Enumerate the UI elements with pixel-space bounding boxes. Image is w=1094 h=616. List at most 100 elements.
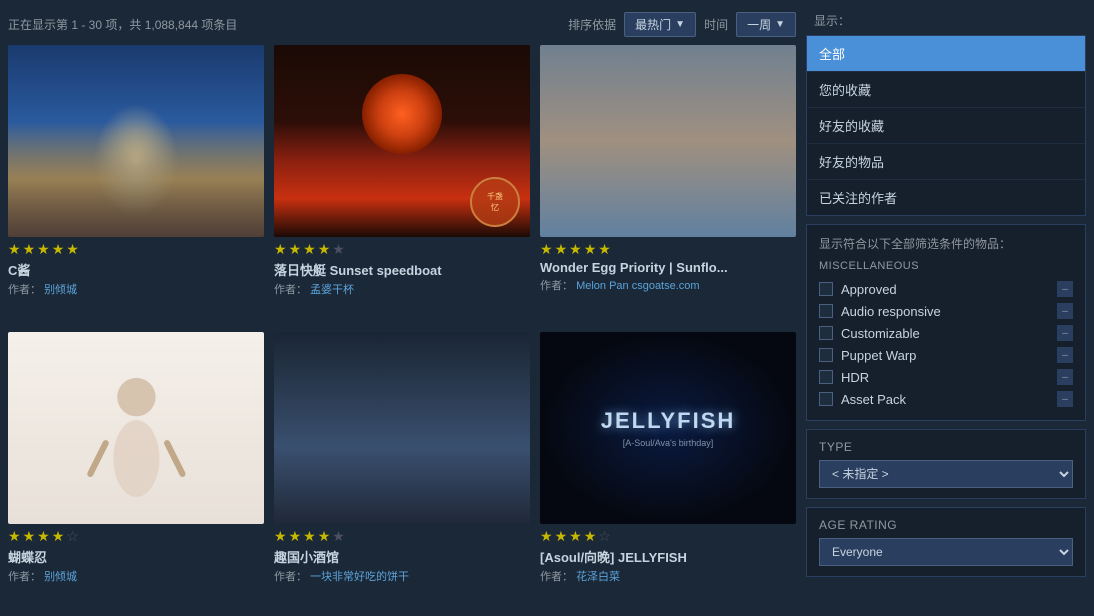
star-icon: ★ [555, 241, 568, 258]
star-icon: ★ [584, 241, 597, 258]
star-icon: ★ [584, 528, 597, 545]
filter-item: HDR – [819, 366, 1073, 388]
star-half-icon: ☆ [598, 528, 611, 545]
item-thumbnail: 千盏忆 [274, 45, 530, 237]
filter-asset-pack-remove-button[interactable]: – [1057, 391, 1073, 407]
filter-audio-responsive-checkbox[interactable] [819, 304, 833, 318]
star-empty-icon: ★ [332, 528, 345, 545]
filter-group-label: MISCELLANEOUS [819, 260, 1073, 272]
item-author: 作者： Melon Pan csgoatse.com [540, 277, 796, 293]
item-title: 落日快艇 Sunset speedboat [274, 260, 530, 279]
items-grid: ★ ★ ★ ★ ★ C酱 作者： 别倾城 千盏忆 [8, 45, 796, 608]
item-title: 蝴蝶忍 [8, 547, 264, 566]
sidebar-item-followed-authors[interactable]: 已关注的作者 [807, 180, 1085, 215]
star-icon: ★ [540, 241, 553, 258]
item-thumbnail [8, 45, 264, 237]
filter-hdr-checkbox[interactable] [819, 370, 833, 384]
filter-item: Approved – [819, 278, 1073, 300]
star-icon: ★ [540, 528, 553, 545]
star-empty-icon: ★ [332, 241, 345, 258]
age-rating-select[interactable]: Everyone Teen Mature [819, 538, 1073, 566]
item-thumbnail [540, 45, 796, 237]
star-icon: ★ [303, 528, 316, 545]
filter-asset-pack-checkbox[interactable] [819, 392, 833, 406]
filter-item: Customizable – [819, 322, 1073, 344]
sort-controls: 排序依据 最热门 ▼ 时间 一周 ▼ [568, 12, 796, 37]
sidebar-item-friend-collection[interactable]: 好友的收藏 [807, 108, 1085, 144]
star-icon: ★ [274, 241, 287, 258]
filter-asset-pack-label: Asset Pack [841, 392, 906, 407]
badge: 千盏忆 [470, 177, 520, 227]
result-info: 正在显示第 1 - 30 项，共 1,088,844 项条目 [8, 16, 237, 33]
item-title: [Asoul/向晚] JELLYFISH [540, 547, 796, 566]
sidebar-item-friend-items[interactable]: 好友的物品 [807, 144, 1085, 180]
item-thumbnail [8, 332, 264, 524]
item-artwork [34, 351, 239, 505]
star-icon: ★ [318, 528, 331, 545]
item-author: 作者： 孟婆干杯 [274, 281, 530, 297]
star-icon: ★ [569, 241, 582, 258]
top-bar: 正在显示第 1 - 30 项，共 1,088,844 项条目 排序依据 最热门 … [8, 8, 796, 45]
type-select[interactable]: < 未指定 > [819, 460, 1073, 488]
chevron-down-icon-2: ▼ [775, 19, 785, 30]
filter-approved-remove-button[interactable]: – [1057, 281, 1073, 297]
chevron-down-icon: ▼ [675, 19, 685, 30]
star-icon: ★ [303, 241, 316, 258]
star-icon: ★ [289, 241, 302, 258]
sidebar: 显示： 全部 您的收藏 好友的收藏 好友的物品 已关注的作者 显示符合以下全部筛… [806, 8, 1086, 608]
star-icon: ★ [555, 528, 568, 545]
sort-hot-button[interactable]: 最热门 ▼ [624, 12, 696, 37]
filter-customizable-label: Customizable [841, 326, 920, 341]
filter-item: Asset Pack – [819, 388, 1073, 410]
item-thumbnail: JELLYFISH [A-Soul/Ava's birthday] [540, 332, 796, 524]
list-item[interactable]: ★ ★ ★ ★ ★ 趣国小酒馆 作者： 一块非常好吃的饼干 [274, 332, 530, 609]
list-item[interactable]: 千盏忆 ★ ★ ★ ★ ★ 落日快艇 Sunset speedboat 作者： … [274, 45, 530, 322]
sort-label: 排序依据 [568, 16, 616, 33]
item-stars: ★ ★ ★ ★ ☆ [8, 524, 264, 547]
sort-week-button[interactable]: 一周 ▼ [736, 12, 796, 37]
star-icon: ★ [569, 528, 582, 545]
filter-approved-label: Approved [841, 282, 897, 297]
item-stars: ★ ★ ★ ★ ★ [274, 237, 530, 260]
item-thumbnail [274, 332, 530, 524]
list-item[interactable]: JELLYFISH [A-Soul/Ava's birthday] ★ ★ ★ … [540, 332, 796, 609]
item-author: 作者： 一块非常好吃的饼干 [274, 568, 530, 584]
filter-customizable-checkbox[interactable] [819, 326, 833, 340]
display-options: 全部 您的收藏 好友的收藏 好友的物品 已关注的作者 [806, 35, 1086, 216]
filter-customizable-remove-button[interactable]: – [1057, 325, 1073, 341]
filter-audio-responsive-remove-button[interactable]: – [1057, 303, 1073, 319]
filter-puppet-warp-checkbox[interactable] [819, 348, 833, 362]
age-label: AGE RATING [819, 518, 1073, 532]
filter-puppet-warp-remove-button[interactable]: – [1057, 347, 1073, 363]
type-section: TYPE < 未指定 > [806, 429, 1086, 499]
star-icon: ★ [8, 528, 21, 545]
sidebar-display-label: 显示： [806, 8, 1086, 35]
star-icon: ★ [598, 241, 611, 258]
item-title: Wonder Egg Priority | Sunflo... [540, 260, 796, 275]
filter-approved-checkbox[interactable] [819, 282, 833, 296]
star-icon: ★ [52, 528, 65, 545]
item-title: C酱 [8, 260, 264, 279]
sidebar-item-my-collection[interactable]: 您的收藏 [807, 72, 1085, 108]
jellyfish-text: JELLYFISH [601, 408, 736, 434]
star-icon: ★ [318, 241, 331, 258]
filter-hdr-remove-button[interactable]: – [1057, 369, 1073, 385]
star-icon: ★ [23, 528, 36, 545]
list-item[interactable]: ★ ★ ★ ★ ★ Wonder Egg Priority | Sunflo..… [540, 45, 796, 322]
star-icon: ★ [52, 241, 65, 258]
sidebar-item-all[interactable]: 全部 [807, 36, 1085, 72]
list-item[interactable]: ★ ★ ★ ★ ★ C酱 作者： 别倾城 [8, 45, 264, 322]
filter-hdr-label: HDR [841, 370, 869, 385]
filter-audio-responsive-label: Audio responsive [841, 304, 941, 319]
list-item[interactable]: ★ ★ ★ ★ ☆ 蝴蝶忍 作者： 别倾城 [8, 332, 264, 609]
star-icon: ★ [37, 528, 50, 545]
filter-section-title: 显示符合以下全部筛选条件的物品： [819, 235, 1073, 252]
item-stars: ★ ★ ★ ★ ★ [540, 237, 796, 260]
item-stars: ★ ★ ★ ★ ☆ [540, 524, 796, 547]
main-content: 正在显示第 1 - 30 项，共 1,088,844 项条目 排序依据 最热门 … [8, 8, 796, 608]
page-container: 正在显示第 1 - 30 项，共 1,088,844 项条目 排序依据 最热门 … [0, 0, 1094, 616]
star-icon: ★ [66, 241, 79, 258]
item-author: 作者： 别倾城 [8, 281, 264, 297]
item-title: 趣国小酒馆 [274, 547, 530, 566]
filter-puppet-warp-label: Puppet Warp [841, 348, 916, 363]
